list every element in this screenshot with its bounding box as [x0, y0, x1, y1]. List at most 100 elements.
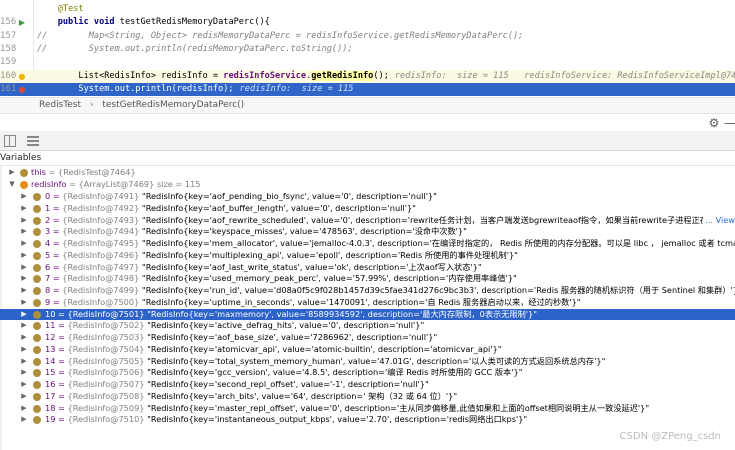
item-value: "RedisInfo{key='uptime_in_seconds', valu…: [141, 296, 581, 307]
line-number: 161: [0, 83, 17, 94]
run-test-icon[interactable]: ▶: [16, 17, 28, 28]
expand-arrow-icon[interactable]: ▶: [20, 414, 28, 426]
tree-row-item[interactable]: ▶ 12 = {RedisInfo@7503} "RedisInfo{key='a…: [0, 332, 735, 344]
expand-arrow-icon[interactable]: ▶: [20, 215, 28, 227]
item-ref: {RedisInfo@7507}: [67, 379, 148, 389]
tree-row-item[interactable]: ▶ 3 = {RedisInfo@7494} "RedisInfo{key='ke…: [0, 226, 735, 238]
item-text: 14 = {RedisInfo@7505} "RedisInfo{key='to…: [45, 356, 605, 368]
code-line[interactable]: 156 ▶ public void testGetRedisMemoryDataP…: [0, 16, 735, 29]
tab-threads[interactable]: [22, 131, 44, 151]
variables-tree[interactable]: ▶ this = {RedisTest@7464} ▼ redisInfo = …: [0, 166, 735, 450]
tree-row-item[interactable]: ▶ 2 = {RedisInfo@7493} "RedisInfo{key='ao…: [0, 214, 735, 227]
tree-row-item[interactable]: ▶ 8 = {RedisInfo@7499} "RedisInfo{key='ru…: [0, 285, 735, 297]
code-line[interactable]: 158 // System.out.println(redisMemoryData…: [0, 43, 735, 56]
expand-arrow-icon[interactable]: ▶: [20, 250, 28, 262]
breadcrumb-class[interactable]: RedisTest: [39, 100, 81, 110]
item-ref: {RedisInfo@7506}: [67, 367, 148, 378]
expand-arrow-icon[interactable]: ▶: [20, 273, 28, 285]
tree-row-item[interactable]: ▶ 13 = {RedisInfo@7504} "RedisInfo{key='a…: [0, 344, 735, 356]
item-index: 18 =: [45, 402, 68, 413]
item-index: 11 =: [45, 320, 68, 331]
expand-arrow-icon[interactable]: ▶: [20, 226, 28, 238]
tree-row-item[interactable]: ▶ 16 = {RedisInfo@7507} "RedisInfo{key='s…: [0, 379, 735, 391]
element-icon: [33, 204, 41, 213]
item-ref: {RedisInfo@7491}: [62, 191, 142, 201]
expand-arrow-icon[interactable]: ▶: [20, 403, 28, 415]
item-index: 6 =: [45, 261, 63, 272]
element-icon: [33, 334, 41, 342]
intention-bulb-icon[interactable]: ●: [16, 71, 28, 82]
expand-arrow-icon[interactable]: ▶: [20, 379, 28, 391]
expand-arrow-icon[interactable]: ▶: [20, 191, 28, 203]
variables-title: Variables: [0, 153, 42, 163]
tree-row-item[interactable]: ▶ 14 = {RedisInfo@7505} "RedisInfo{key='t…: [0, 356, 735, 368]
expand-arrow-icon[interactable]: ▶: [20, 367, 28, 379]
code-token: testGetRedisMemoryDataPerc(){: [119, 17, 270, 28]
minimize-icon[interactable]: —: [723, 116, 735, 130]
tree-row-item[interactable]: ▶ 10 = {RedisInfo@7501} "RedisInfo{key='m…: [0, 308, 735, 321]
item-ref: {RedisInfo@7497}: [62, 261, 142, 272]
line-number: 159: [0, 57, 17, 68]
line-number: 157: [0, 30, 17, 41]
element-icon: [33, 345, 41, 354]
tree-row-redisinfo[interactable]: ▼ redisInfo = {ArrayList@7469} size = 11…: [0, 179, 735, 191]
item-value: "RedisInfo{key='atomicvar_api', value='a…: [147, 343, 502, 354]
frames-icon: [4, 135, 16, 147]
item-index: 4 =: [45, 238, 63, 248]
breadcrumb-method[interactable]: testGetRedisMemoryDataPerc(): [102, 100, 244, 110]
expand-arrow-icon[interactable]: ▶: [20, 356, 28, 368]
item-text: 9 = {RedisInfo@7500} "RedisInfo{key='upt…: [45, 297, 581, 309]
item-text: 0 = {RedisInfo@7491} "RedisInfo{key='aof…: [45, 191, 437, 203]
expand-arrow-icon[interactable]: ▶: [20, 391, 28, 403]
item-ref: {RedisInfo@7510}: [67, 414, 148, 425]
item-ref: {RedisInfo@7504}: [67, 343, 148, 354]
item-ref: {RedisInfo@7492}: [62, 202, 142, 213]
tree-row-item[interactable]: ▶ 5 = {RedisInfo@7496} "RedisInfo{key='mu…: [0, 250, 735, 262]
settings-icon[interactable]: ⚙: [707, 116, 721, 130]
item-index: 1 =: [45, 202, 63, 213]
code-line[interactable]: 161 ● System.out.println(redisInfo); redis…: [0, 82, 735, 96]
code-token: // System.out.println(redisMemoryDataPer…: [37, 43, 353, 54]
code-line[interactable]: 160 ● List<RedisInfo> redisInfo = redisIn…: [0, 69, 735, 83]
item-ref: {RedisInfo@7503}: [67, 332, 148, 342]
element-icon: [33, 287, 41, 295]
expand-arrow-icon[interactable]: ▶: [20, 320, 28, 332]
code-text: public void testGetRedisMemoryDataPerc()…: [37, 16, 270, 29]
expand-arrow-icon[interactable]: ▶: [20, 309, 28, 321]
tree-row-this[interactable]: ▶ this = {RedisTest@7464}: [0, 167, 735, 179]
tree-row-item[interactable]: ▶ 9 = {RedisInfo@7500} "RedisInfo{key='up…: [0, 297, 735, 309]
expand-arrow-icon[interactable]: ▶: [20, 285, 28, 297]
item-value: "RedisInfo{key='aof_last_write_status', …: [141, 261, 482, 272]
tree-row-item[interactable]: ▶ 7 = {RedisInfo@7498} "RedisInfo{key='us…: [0, 273, 735, 285]
tree-row-item[interactable]: ▶ 1 = {RedisInfo@7492} "RedisInfo{key='ao…: [0, 203, 735, 215]
code-line[interactable]: @Test: [0, 3, 735, 16]
tab-frames[interactable]: [0, 131, 22, 151]
item-index: 3 =: [45, 226, 63, 237]
element-icon: [33, 381, 41, 389]
expand-arrow-icon[interactable]: ▶: [20, 332, 28, 344]
view-full-value-link[interactable]: ... View: [703, 214, 735, 226]
code-line[interactable]: 159: [0, 56, 735, 69]
tree-row-item[interactable]: ▶ 19 = {RedisInfo@7510} "RedisInfo{key='i…: [0, 414, 735, 426]
expand-arrow-icon[interactable]: ▶: [8, 167, 16, 179]
tree-row-item[interactable]: ▶ 11 = {RedisInfo@7502} "RedisInfo{key='a…: [0, 320, 735, 332]
item-value: "RedisInfo{key='aof_base_size', value='7…: [147, 332, 438, 342]
tree-row-item[interactable]: ▶ 17 = {RedisInfo@7508} "RedisInfo{key='a…: [0, 391, 735, 403]
expand-arrow-icon[interactable]: ▶: [20, 262, 28, 274]
code-editor[interactable]: @Test 156 ▶ public void testGetRedisMemory…: [0, 0, 735, 97]
expand-arrow-icon[interactable]: ▶: [20, 297, 28, 309]
tree-row-item[interactable]: ▶ 18 = {RedisInfo@7509} "RedisInfo{key='m…: [0, 403, 735, 415]
collapse-arrow-icon[interactable]: ▼: [8, 179, 16, 191]
code-line[interactable]: 157 // Map<String, Object> redisMemoryDat…: [0, 30, 735, 43]
item-value: "RedisInfo{key='second_repl_offset', val…: [147, 379, 429, 389]
tree-row-item[interactable]: ▶ 15 = {RedisInfo@7506} "RedisInfo{key='g…: [0, 367, 735, 379]
breakpoint-icon[interactable]: ●: [16, 84, 28, 95]
item-index: 7 =: [45, 273, 63, 284]
tree-row-item[interactable]: ▶ 4 = {RedisInfo@7495} "RedisInfo{key='me…: [0, 238, 735, 250]
code-token: // Map<String, Object> redisMemoryDataPe…: [37, 30, 524, 41]
tree-row-item[interactable]: ▶ 6 = {RedisInfo@7497} "RedisInfo{key='ao…: [0, 262, 735, 274]
tree-row-item[interactable]: ▶ 0 = {RedisInfo@7491} "RedisInfo{key='ao…: [0, 191, 735, 203]
expand-arrow-icon[interactable]: ▶: [20, 203, 28, 215]
expand-arrow-icon[interactable]: ▶: [20, 238, 28, 250]
expand-arrow-icon[interactable]: ▶: [20, 344, 28, 356]
